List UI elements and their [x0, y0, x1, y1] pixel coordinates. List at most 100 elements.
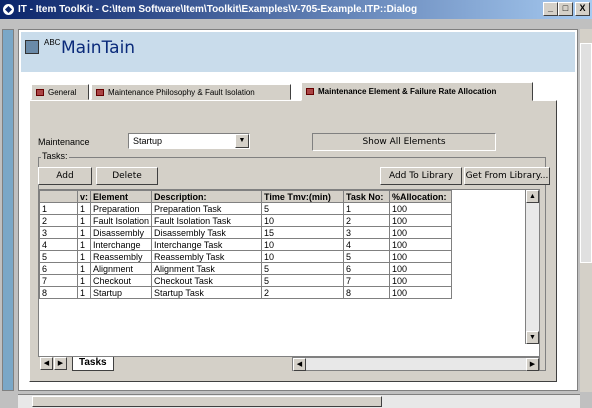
- table-cell[interactable]: Reassembly: [90, 250, 153, 263]
- table-cell[interactable]: 1: [76, 286, 92, 299]
- table-cell[interactable]: Preparation Task: [151, 202, 263, 215]
- column-header[interactable]: Element: [90, 190, 153, 203]
- row-number-cell[interactable]: 5: [39, 250, 78, 263]
- row-number-cell[interactable]: 8: [39, 286, 78, 299]
- table-row[interactable]: 8 1 Startup Startup Task 2 8 100: [39, 286, 453, 299]
- maintenance-select[interactable]: Startup ▼: [128, 133, 250, 149]
- table-row[interactable]: 2 1 Fault Isolation Fault Isolation Task 10 2…: [39, 214, 453, 227]
- column-header[interactable]: Description:: [151, 190, 263, 203]
- table-cell[interactable]: 100: [389, 274, 453, 287]
- table-cell[interactable]: 7: [343, 274, 391, 287]
- table-cell[interactable]: 6: [343, 262, 391, 275]
- add-button[interactable]: Add: [38, 167, 92, 185]
- sheet-prev-icon[interactable]: ◀: [40, 357, 53, 370]
- column-header[interactable]: v:: [76, 190, 92, 203]
- table-cell[interactable]: 1: [76, 262, 92, 275]
- delete-button[interactable]: Delete: [96, 167, 158, 185]
- scroll-up-icon[interactable]: ▲: [526, 190, 539, 203]
- minimize-button[interactable]: _: [543, 2, 558, 16]
- table-cell[interactable]: Preparation: [90, 202, 153, 215]
- table-cell[interactable]: 100: [389, 238, 453, 251]
- table-row[interactable]: 7 1 Checkout Checkout Task 5 7 100: [39, 274, 453, 287]
- sheet-tab-tasks[interactable]: Tasks: [72, 357, 114, 371]
- table-cell[interactable]: Alignment: [90, 262, 153, 275]
- scroll-right-icon[interactable]: ▶: [526, 358, 539, 371]
- column-header[interactable]: %Allocation:: [389, 190, 453, 203]
- table-cell[interactable]: 5: [261, 262, 345, 275]
- scroll-thumb[interactable]: [32, 396, 382, 407]
- row-number-cell[interactable]: 6: [39, 262, 78, 275]
- scroll-left-icon[interactable]: ◀: [293, 358, 306, 371]
- table-cell[interactable]: Startup Task: [151, 286, 263, 299]
- table-cell[interactable]: 100: [389, 214, 453, 227]
- tab-maintenance-element[interactable]: Maintenance Element & Failure Rate Alloc…: [301, 82, 533, 101]
- table-cell[interactable]: Disassembly Task: [151, 226, 263, 239]
- table-cell[interactable]: 1: [76, 250, 92, 263]
- table-cell[interactable]: 2: [261, 286, 345, 299]
- column-header[interactable]: Time Tmv:(min): [261, 190, 345, 203]
- table-cell[interactable]: Checkout Task: [151, 274, 263, 287]
- table-cell[interactable]: Startup: [90, 286, 153, 299]
- close-button[interactable]: X: [575, 2, 590, 16]
- table-cell[interactable]: Checkout: [90, 274, 153, 287]
- get-from-library-button[interactable]: Get From Library...: [464, 167, 550, 185]
- tab-maintenance-philosophy[interactable]: Maintenance Philosophy & Fault Isolation: [91, 84, 291, 100]
- table-cell[interactable]: 10: [261, 214, 345, 227]
- table-row[interactable]: 3 1 Disassembly Disassembly Task 15 3 100: [39, 226, 453, 239]
- table-cell[interactable]: 2: [343, 214, 391, 227]
- grid-vertical-scrollbar[interactable]: ▲ ▼: [525, 190, 539, 344]
- table-cell[interactable]: 15: [261, 226, 345, 239]
- table-cell[interactable]: 100: [389, 286, 453, 299]
- row-number-cell[interactable]: 2: [39, 214, 78, 227]
- table-cell[interactable]: 5: [261, 274, 345, 287]
- row-number-cell[interactable]: 3: [39, 226, 78, 239]
- table-cell[interactable]: 100: [389, 226, 453, 239]
- table-cell[interactable]: 100: [389, 250, 453, 263]
- table-cell[interactable]: 1: [76, 274, 92, 287]
- window-vertical-scrollbar[interactable]: [580, 29, 592, 392]
- table-cell[interactable]: 1: [343, 202, 391, 215]
- table-row[interactable]: 5 1 Reassembly Reassembly Task 10 5 100: [39, 250, 453, 263]
- window-horizontal-scrollbar[interactable]: [18, 394, 580, 408]
- chevron-down-icon[interactable]: ▼: [235, 134, 249, 148]
- table-cell[interactable]: Disassembly: [90, 226, 153, 239]
- add-to-library-button[interactable]: Add To Library: [380, 167, 462, 185]
- window-title-bar[interactable]: IT - Item ToolKit - C:\Item Software\Ite…: [0, 0, 592, 19]
- table-cell[interactable]: 10: [261, 238, 345, 251]
- table-cell[interactable]: 1: [76, 226, 92, 239]
- table-cell[interactable]: 4: [343, 238, 391, 251]
- table-cell[interactable]: Fault Isolation: [90, 214, 153, 227]
- table-cell[interactable]: Interchange: [90, 238, 153, 251]
- scroll-down-icon[interactable]: ▼: [526, 331, 539, 344]
- row-number-cell[interactable]: 1: [39, 202, 78, 215]
- table-cell[interactable]: 5: [261, 202, 345, 215]
- column-header[interactable]: [39, 190, 78, 203]
- scroll-thumb[interactable]: [580, 43, 592, 263]
- grid-horizontal-scrollbar[interactable]: ◀ ▶: [292, 357, 540, 371]
- row-number-cell[interactable]: 4: [39, 238, 78, 251]
- table-cell[interactable]: 8: [343, 286, 391, 299]
- table-cell[interactable]: 1: [76, 238, 92, 251]
- tab-general[interactable]: General: [31, 84, 89, 100]
- table-cell[interactable]: Reassembly Task: [151, 250, 263, 263]
- sheet-next-icon[interactable]: ▶: [54, 357, 67, 370]
- column-header[interactable]: Task No:: [343, 190, 391, 203]
- table-cell[interactable]: 1: [76, 202, 92, 215]
- table-row[interactable]: 4 1 Interchange Interchange Task 10 4 100: [39, 238, 453, 251]
- table-cell[interactable]: 5: [343, 250, 391, 263]
- table-cell[interactable]: 3: [343, 226, 391, 239]
- maximize-button[interactable]: □: [558, 2, 573, 16]
- table-cell[interactable]: 100: [389, 202, 453, 215]
- table-cell[interactable]: 100: [389, 262, 453, 275]
- table-row[interactable]: 6 1 Alignment Alignment Task 5 6 100: [39, 262, 453, 275]
- table-cell[interactable]: Interchange Task: [151, 238, 263, 251]
- grid-icon: [306, 88, 314, 95]
- table-cell[interactable]: 1: [76, 214, 92, 227]
- table-cell[interactable]: Alignment Task: [151, 262, 263, 275]
- tasks-grid[interactable]: v: Element Description: Time Tmv:(min) T…: [38, 189, 540, 357]
- table-cell[interactable]: 10: [261, 250, 345, 263]
- row-number-cell[interactable]: 7: [39, 274, 78, 287]
- table-cell[interactable]: Fault Isolation Task: [151, 214, 263, 227]
- table-row[interactable]: 1 1 Preparation Preparation Task 5 1 100: [39, 202, 453, 215]
- show-all-elements-button[interactable]: Show All Elements: [312, 133, 496, 151]
